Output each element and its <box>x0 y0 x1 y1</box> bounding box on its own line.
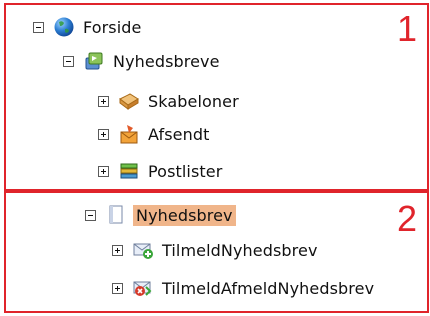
tree-node-tilmeldafmeldnyhedsbrev[interactable]: TilmeldAfmeldNyhedsbrev <box>112 276 374 300</box>
expand-icon[interactable] <box>112 244 123 256</box>
expand-icon[interactable] <box>98 165 109 177</box>
mailing-lists-icon <box>118 160 140 182</box>
tree-node-postlister[interactable]: Postlister <box>98 159 222 183</box>
subscribe-mail-icon <box>132 239 154 261</box>
tree-node-label: Nyhedsbreve <box>113 51 220 71</box>
unsubscribe-mail-icon <box>132 277 154 299</box>
tree-node-label: Afsendt <box>148 124 210 144</box>
document-icon <box>105 204 127 226</box>
tree-node-afsendt[interactable]: Afsendt <box>98 122 209 146</box>
tree-node-tilmeldnyhedsbrev[interactable]: TilmeldNyhedsbrev <box>112 238 318 262</box>
tree-node-skabeloner[interactable]: Skabeloner <box>98 89 239 113</box>
tree-node-label: Postlister <box>148 161 223 181</box>
panel-number: 2 <box>396 198 417 239</box>
expand-icon[interactable] <box>112 282 123 294</box>
templates-icon <box>118 90 140 112</box>
tree-node-label: TilmeldAfmeldNyhedsbrev <box>162 278 375 298</box>
collapse-icon[interactable] <box>63 55 74 67</box>
tree-node-nyhedsbreve[interactable]: Nyhedsbreve <box>63 49 220 73</box>
tree-node-forside[interactable]: Forside <box>33 15 141 39</box>
expand-icon[interactable] <box>98 95 109 107</box>
sent-icon <box>118 123 140 145</box>
tree-node-label-selected: Nyhedsbrev <box>133 204 236 226</box>
tree-node-label: TilmeldNyhedsbrev <box>162 240 318 260</box>
tree-node-label: Skabeloner <box>148 91 239 111</box>
collapse-icon[interactable] <box>33 21 44 33</box>
newsletters-icon <box>83 50 105 72</box>
collapse-icon[interactable] <box>85 209 96 221</box>
globe-icon <box>53 16 75 38</box>
tree-node-nyhedsbrev[interactable]: Nyhedsbrev <box>85 203 236 227</box>
tree-node-label: Forside <box>83 17 142 37</box>
expand-icon[interactable] <box>98 128 109 140</box>
panel-number: 1 <box>396 8 417 49</box>
